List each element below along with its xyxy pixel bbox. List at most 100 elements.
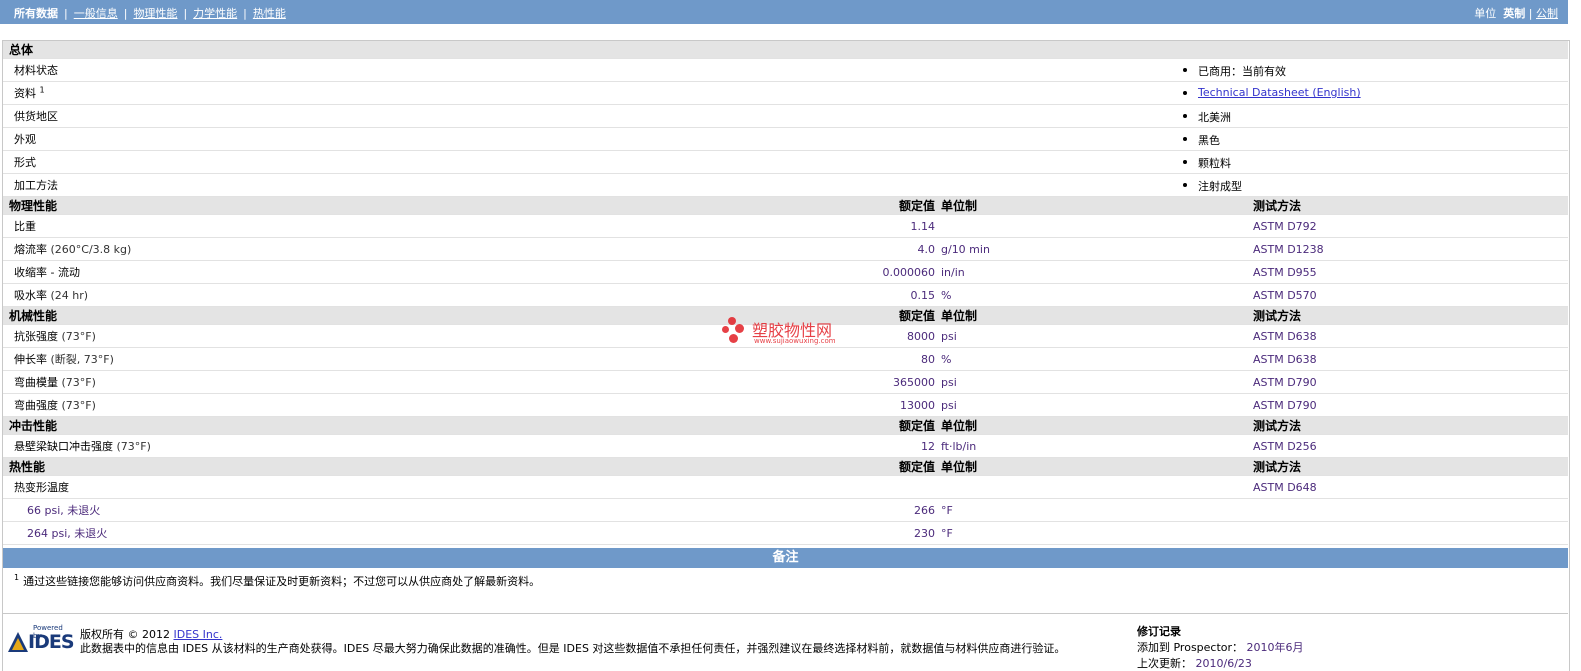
row-label: 收缩率 xyxy=(14,266,47,279)
logo-triangle-inner-icon xyxy=(12,638,24,650)
table-row: 外观 黑色 xyxy=(3,127,1569,151)
unit-switcher: 单位 英制 | 公制 xyxy=(1474,5,1558,21)
row-value: 已商用：当前有效 xyxy=(1198,65,1286,78)
ides-logo[interactable]: Powered by IDES xyxy=(8,624,75,654)
row-condition: (73°F) xyxy=(61,399,96,412)
revision-title: 修订记录 xyxy=(1137,625,1181,638)
nav-separator: | xyxy=(64,7,68,20)
row-condition: (断裂, 73°F) xyxy=(50,353,114,366)
disclaimer: 此数据表中的信息由 IDES 从该材料的生产商处获得。IDES 尽最大努力确保此… xyxy=(80,642,1066,655)
row-unit: °F xyxy=(941,498,1253,522)
property-table: 总体 材料状态 已商用：当前有效 资料 1 Technical Datashee… xyxy=(3,41,1569,545)
watermark-dot xyxy=(728,317,736,325)
nav-separator: | xyxy=(1528,7,1536,20)
notes-header: 备注 xyxy=(3,548,1568,568)
row-method xyxy=(1253,498,1569,522)
row-unit xyxy=(941,214,1253,238)
row-value: 12 xyxy=(865,434,941,458)
section-title: 热性能 xyxy=(3,457,865,476)
col-header-method: 测试方法 xyxy=(1253,457,1569,476)
row-value: 13000 xyxy=(865,393,941,417)
row-value: 0.000060 xyxy=(865,260,941,284)
footnote-ref: 1 xyxy=(39,85,45,95)
tab-thermal[interactable]: 热性能 xyxy=(253,5,286,21)
table-row: 悬壁梁缺口冲击强度 (73°F) 12 ft·lb/in ASTM D256 xyxy=(3,434,1569,458)
table-row: 66 psi, 未退火 266 °F xyxy=(3,498,1569,522)
section-nav: 所有数据 | 一般信息 | 物理性能 | 力学性能 | 热性能 xyxy=(14,5,286,21)
row-value: 颗粒料 xyxy=(1198,157,1231,170)
section-physical: 物理性能 额定值 单位制 测试方法 xyxy=(3,196,1569,215)
added-label: 添加到 Prospector： xyxy=(1137,641,1244,654)
unit-label: 单位 xyxy=(1474,7,1497,20)
section-thermal: 热性能 额定值 单位制 测试方法 xyxy=(3,457,1569,476)
table-row: 材料状态 已商用：当前有效 xyxy=(3,58,1569,82)
row-label: 热变形温度 xyxy=(14,481,69,494)
tab-general-info[interactable]: 一般信息 xyxy=(74,5,118,21)
row-unit: g/10 min xyxy=(941,237,1253,261)
row-value: 1.14 xyxy=(865,214,941,238)
footnote: 1 通过这些链接您能够访问供应商资料。我们尽量保证及时更新资料；不过您可以从供应商… xyxy=(14,573,540,589)
row-value: 4.0 xyxy=(865,237,941,261)
table-row: 热变形温度 ASTM D648 xyxy=(3,475,1569,499)
table-row: 形式 颗粒料 xyxy=(3,150,1569,174)
row-condition: (73°F) xyxy=(61,376,96,389)
row-label: 加工方法 xyxy=(3,173,865,197)
row-value: 266 xyxy=(865,498,941,522)
nav-separator: | xyxy=(243,7,247,20)
col-header-nominal: 额定值 xyxy=(865,457,941,476)
row-label: 264 psi, 未退火 xyxy=(27,527,108,540)
row-unit: ft·lb/in xyxy=(941,434,1253,458)
tab-all-data[interactable]: 所有数据 xyxy=(14,5,58,21)
section-title: 总体 xyxy=(3,41,1569,59)
updated-value: 2010/6/23 xyxy=(1195,657,1252,670)
row-method: ASTM D256 xyxy=(1253,434,1569,458)
row-condition: (73°F) xyxy=(61,330,96,343)
nav-separator: | xyxy=(183,7,188,20)
table-row: 吸水率 (24 hr) 0.15 % ASTM D570 xyxy=(3,283,1569,307)
top-nav-bar: 所有数据 | 一般信息 | 物理性能 | 力学性能 | 热性能 单位 英制 | 公制 xyxy=(0,0,1568,24)
col-header-method: 测试方法 xyxy=(1253,416,1569,435)
row-method: ASTM D1238 xyxy=(1253,237,1569,261)
row-label: 66 psi, 未退火 xyxy=(27,504,101,517)
row-label: 吸水率 xyxy=(14,289,47,302)
row-method: ASTM D638 xyxy=(1253,324,1569,348)
row-label: 伸长率 xyxy=(14,353,47,366)
col-header-unit: 单位制 xyxy=(941,416,1253,435)
row-method: ASTM D955 xyxy=(1253,260,1569,284)
section-general: 总体 xyxy=(3,41,1569,59)
row-value: 80 xyxy=(865,347,941,371)
col-header-nominal: 额定值 xyxy=(865,416,941,435)
row-value: 黑色 xyxy=(1198,134,1220,147)
watermark: 塑胶物性网 www.sujiaowuxing.com xyxy=(722,316,852,350)
row-method xyxy=(1253,521,1569,545)
table-row: 264 psi, 未退火 230 °F xyxy=(3,521,1569,545)
col-header-unit: 单位制 xyxy=(941,306,1253,325)
bullet xyxy=(1183,137,1187,141)
tab-mechanical[interactable]: 力学性能 xyxy=(193,5,237,21)
col-header-nominal: 额定值 xyxy=(865,196,941,215)
unit-metric[interactable]: 公制 xyxy=(1536,7,1558,20)
row-unit: % xyxy=(941,283,1253,307)
table-row: 弯曲模量 (73°F) 365000 psi ASTM D790 xyxy=(3,370,1569,394)
footnote-number: 1 xyxy=(14,573,20,583)
col-header-method: 测试方法 xyxy=(1253,196,1569,215)
row-unit xyxy=(941,475,1253,499)
table-row: 收缩率 - 流动 0.000060 in/in ASTM D955 xyxy=(3,260,1569,284)
datasheet-link[interactable]: Technical Datasheet (English) xyxy=(1198,86,1361,99)
table-row: 伸长率 (断裂, 73°F) 80 % ASTM D638 xyxy=(3,347,1569,371)
row-label: 形式 xyxy=(3,150,865,174)
table-row: 供货地区 北美洲 xyxy=(3,104,1569,128)
table-row: 弯曲强度 (73°F) 13000 psi ASTM D790 xyxy=(3,393,1569,417)
table-row: 加工方法 注射成型 xyxy=(3,173,1569,197)
row-value: 8000 xyxy=(865,324,941,348)
col-header-method: 测试方法 xyxy=(1253,306,1569,325)
table-row: 资料 1 Technical Datasheet (English) xyxy=(3,81,1569,105)
unit-english[interactable]: 英制 xyxy=(1503,7,1525,20)
row-unit: psi xyxy=(941,370,1253,394)
revision-history: 修订记录 添加到 Prospector： 2010年6月 上次更新： 2010/… xyxy=(1137,623,1304,671)
tab-physical[interactable]: 物理性能 xyxy=(133,5,177,21)
footnote-text: 通过这些链接您能够访问供应商资料。我们尽量保证及时更新资料；不过您可以从供应商处… xyxy=(23,575,541,588)
row-value: 北美洲 xyxy=(1198,111,1231,124)
table-row: 熔流率 (260°C/3.8 kg) 4.0 g/10 min ASTM D12… xyxy=(3,237,1569,261)
row-value: 230 xyxy=(865,521,941,545)
